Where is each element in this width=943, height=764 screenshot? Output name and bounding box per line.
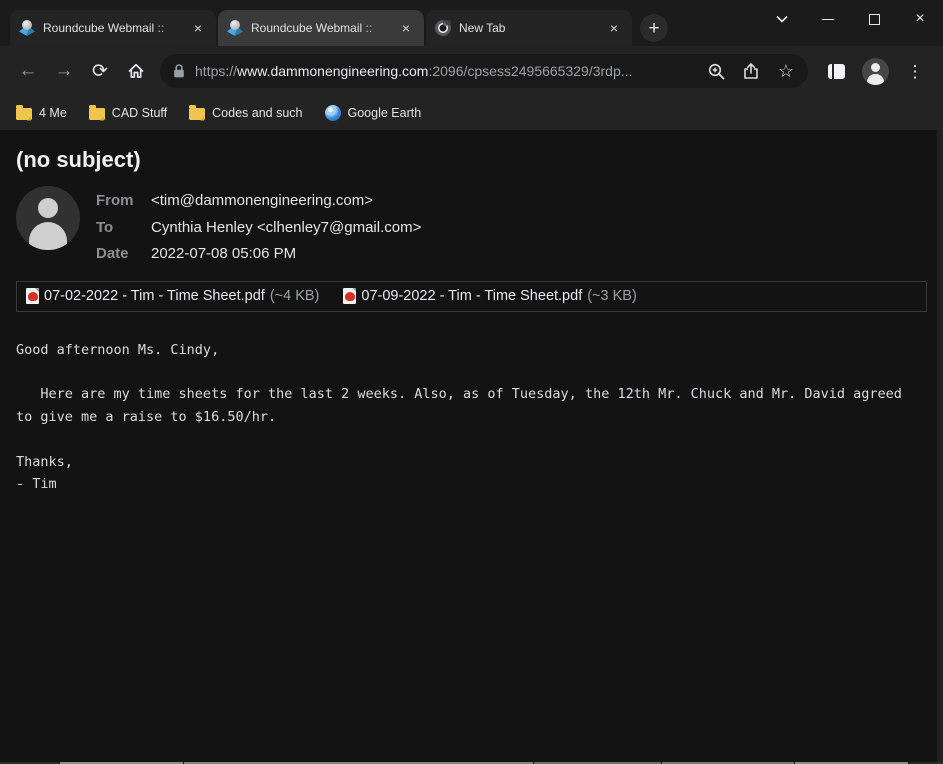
toolbar-right: ⋮: [818, 53, 933, 89]
tab-search-chevron-icon[interactable]: [759, 4, 805, 34]
maximize-icon: [869, 14, 880, 25]
tab-title: New Tab: [459, 21, 597, 35]
message-header: From <tim@dammonengineering.com> To Cynt…: [16, 186, 927, 268]
attachment-name[interactable]: 07-02-2022 - Tim - Time Sheet.pdf: [44, 288, 265, 304]
bookmark-label: Codes and such: [212, 106, 302, 120]
message-body: Good afternoon Ms. Cindy, Here are my ti…: [16, 339, 927, 496]
bookmark-star-icon[interactable]: ☆: [778, 62, 794, 80]
side-panel-icon: [828, 64, 845, 79]
vertical-scrollbar[interactable]: [937, 130, 943, 762]
tab-close-icon[interactable]: ×: [397, 19, 415, 37]
attachments-bar: 07-02-2022 - Tim - Time Sheet.pdf (~4 KB…: [16, 281, 927, 312]
tab-close-icon[interactable]: ×: [189, 19, 207, 37]
sender-avatar: [16, 186, 80, 250]
address-bar[interactable]: https://www.dammonengineering.com:2096/c…: [160, 54, 808, 88]
zoom-icon[interactable]: [707, 62, 726, 81]
tab-roundcube-1[interactable]: Roundcube Webmail :: ×: [10, 10, 216, 46]
minimize-icon: [822, 19, 834, 20]
pdf-file-icon: [343, 288, 356, 304]
attachment-link[interactable]: 07-09-2022 - Tim - Time Sheet.pdf (~3 KB…: [343, 288, 636, 304]
bookmarks-bar: 4 Me CAD Stuff Codes and such Google Ear…: [0, 96, 943, 130]
close-window-button[interactable]: ×: [897, 4, 943, 34]
header-row-to: To Cynthia Henley <clhenley7@gmail.com>: [96, 215, 421, 242]
tab-title: Roundcube Webmail ::: [251, 21, 389, 35]
date-value: 2022-07-08 05:06 PM: [151, 241, 296, 268]
tab-new-tab[interactable]: New Tab ×: [426, 10, 632, 46]
header-rows: From <tim@dammonengineering.com> To Cynt…: [96, 186, 421, 268]
from-label: From: [96, 188, 151, 215]
tab-title: Roundcube Webmail ::: [43, 21, 181, 35]
folder-icon: [89, 108, 105, 120]
url-path: :2096/cpsess2495665329/3rdp...: [428, 63, 632, 79]
tab-close-icon[interactable]: ×: [605, 19, 623, 37]
browser-menu-button[interactable]: ⋮: [897, 53, 933, 89]
share-icon[interactable]: [742, 62, 762, 80]
to-label: To: [96, 215, 151, 242]
attachment-size: (~3 KB): [587, 288, 637, 304]
url-host: www.dammonengineering.com: [237, 63, 428, 79]
url-scheme: https://: [195, 63, 237, 79]
profile-avatar-button[interactable]: [862, 58, 889, 85]
header-row-from: From <tim@dammonengineering.com>: [96, 188, 421, 215]
date-label: Date: [96, 241, 151, 268]
attachment-name[interactable]: 07-09-2022 - Tim - Time Sheet.pdf: [361, 288, 582, 304]
home-icon: [126, 61, 146, 81]
browser-window: Roundcube Webmail :: × Roundcube Webmail…: [0, 0, 943, 764]
new-tab-button[interactable]: +: [640, 14, 668, 42]
bookmark-folder-cad-stuff[interactable]: CAD Stuff: [89, 106, 167, 120]
attachment-size: (~4 KB): [270, 288, 320, 304]
bookmark-folder-4-me[interactable]: 4 Me: [16, 106, 67, 120]
attachment-link[interactable]: 07-02-2022 - Tim - Time Sheet.pdf (~4 KB…: [26, 288, 319, 304]
window-controls: ×: [759, 4, 943, 34]
pdf-file-icon: [26, 288, 39, 304]
maximize-button[interactable]: [851, 4, 897, 34]
bookmark-label: 4 Me: [39, 106, 67, 120]
roundcube-favicon-icon: [227, 20, 243, 36]
side-panel-button[interactable]: [818, 53, 854, 89]
bookmark-google-earth[interactable]: Google Earth: [325, 105, 422, 121]
header-row-date: Date 2022-07-08 05:06 PM: [96, 241, 421, 268]
close-icon: ×: [915, 11, 924, 27]
folder-icon: [189, 108, 205, 120]
tab-roundcube-2-active[interactable]: Roundcube Webmail :: ×: [218, 10, 424, 46]
message-view: (no subject) From <tim@dammonengineering…: [0, 130, 943, 764]
tab-strip: Roundcube Webmail :: × Roundcube Webmail…: [0, 0, 943, 46]
folder-icon: [16, 108, 32, 120]
browser-toolbar: ← → ⟳ https://www.dammonengineering.com:…: [0, 46, 943, 96]
url-text: https://www.dammonengineering.com:2096/c…: [195, 63, 632, 79]
omnibox-icons: ☆: [707, 62, 796, 81]
google-earth-icon: [325, 105, 341, 121]
message-subject: (no subject): [16, 147, 927, 173]
to-value: Cynthia Henley <clhenley7@gmail.com>: [151, 215, 421, 242]
home-button[interactable]: [118, 53, 154, 89]
bookmark-label: CAD Stuff: [112, 106, 167, 120]
roundcube-favicon-icon: [19, 20, 35, 36]
refresh-button[interactable]: ⟳: [82, 53, 118, 89]
forward-button[interactable]: →: [46, 53, 82, 89]
back-button[interactable]: ←: [10, 53, 46, 89]
from-value: <tim@dammonengineering.com>: [151, 188, 373, 215]
lock-icon: [172, 63, 186, 79]
bookmark-label: Google Earth: [348, 106, 422, 120]
bookmark-folder-codes-and-such[interactable]: Codes and such: [189, 106, 302, 120]
chrome-favicon-icon: [435, 20, 451, 36]
minimize-button[interactable]: [805, 4, 851, 34]
